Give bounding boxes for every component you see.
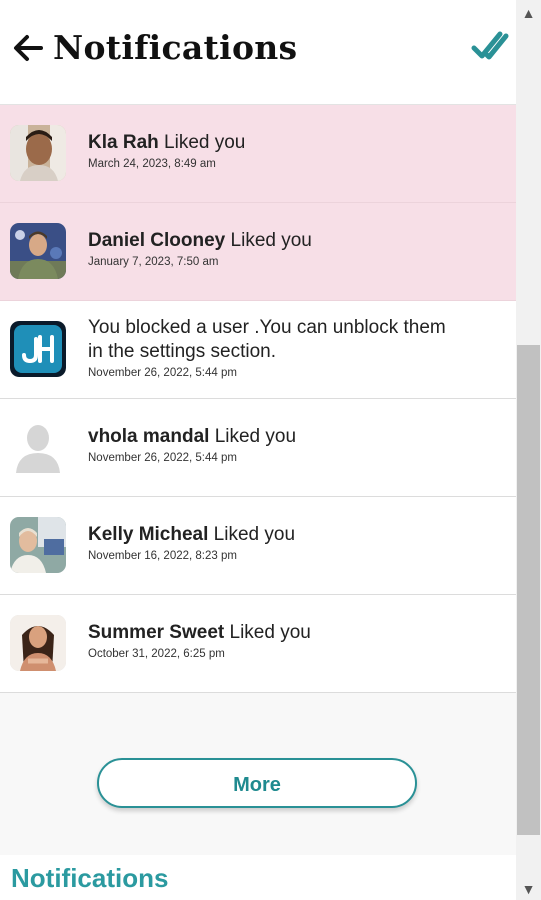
footer-title: Notifications (11, 863, 169, 893)
notification-text: Kelly Micheal Liked you (88, 523, 508, 547)
action-text: Liked you (230, 230, 312, 251)
avatar[interactable] (10, 517, 66, 573)
notification-list: Kla Rah Liked you March 24, 2023, 8:49 a… (0, 105, 516, 693)
notification-content: Summer Sweet Liked you October 31, 2022,… (88, 621, 508, 660)
header: Notifications (0, 0, 516, 105)
footer: Notifications (0, 855, 516, 900)
more-button[interactable]: More (97, 758, 417, 808)
avatar[interactable] (10, 615, 66, 671)
action-text: Liked you (164, 132, 246, 153)
notification-text: Summer Sweet Liked you (88, 621, 508, 645)
notification-text: Daniel Clooney Liked you (88, 229, 508, 253)
timestamp: October 31, 2022, 6:25 pm (88, 648, 225, 660)
notification-item[interactable]: Summer Sweet Liked you October 31, 2022,… (0, 595, 516, 693)
notification-message: in the settings section. (88, 341, 276, 362)
timestamp: March 24, 2023, 8:49 am (88, 158, 216, 170)
timestamp: November 16, 2022, 8:23 pm (88, 550, 237, 562)
notification-item[interactable]: vhola mandal Liked you November 26, 2022… (0, 399, 516, 497)
action-text: Liked you (229, 622, 311, 643)
notification-text: Kla Rah Liked you (88, 131, 508, 155)
notifications-page: Notifications Kla Rah Liked you March 24… (0, 0, 516, 900)
user-name[interactable]: vhola mandal (88, 426, 209, 447)
notification-item[interactable]: Daniel Clooney Liked you January 7, 2023… (0, 203, 516, 301)
scroll-down-icon[interactable]: ▼ (516, 878, 541, 900)
notification-message: You blocked a user .You can unblock them (88, 317, 446, 338)
action-text: Liked you (213, 524, 296, 545)
scroll-up-icon[interactable]: ▲ (516, 2, 541, 24)
scrollbar-thumb[interactable] (517, 345, 540, 835)
app-logo-icon (10, 321, 66, 377)
action-text: Liked you (214, 426, 297, 447)
timestamp: January 7, 2023, 7:50 am (88, 256, 219, 268)
page-title: Notifications (53, 28, 298, 67)
notification-content: You blocked a user .You can unblock them… (88, 316, 508, 379)
default-avatar-icon[interactable] (10, 419, 66, 475)
user-name[interactable]: Summer Sweet (88, 622, 224, 643)
notification-content: Kelly Micheal Liked you November 16, 202… (88, 523, 508, 562)
notification-item[interactable]: Kla Rah Liked you March 24, 2023, 8:49 a… (0, 105, 516, 203)
arrow-left-icon[interactable] (10, 30, 46, 66)
user-name[interactable]: Kla Rah (88, 132, 159, 153)
avatar[interactable] (10, 223, 66, 279)
notification-content: Daniel Clooney Liked you January 7, 2023… (88, 229, 508, 268)
timestamp: November 26, 2022, 5:44 pm (88, 367, 237, 379)
notification-item[interactable]: You blocked a user .You can unblock them… (0, 301, 516, 399)
user-name[interactable]: Daniel Clooney (88, 230, 225, 251)
notification-text: vhola mandal Liked you (88, 425, 508, 449)
avatar[interactable] (10, 125, 66, 181)
notification-item[interactable]: Kelly Micheal Liked you November 16, 202… (0, 497, 516, 595)
notification-content: vhola mandal Liked you November 26, 2022… (88, 425, 508, 464)
scrollbar[interactable]: ▲ ▼ (516, 0, 541, 900)
notification-content: Kla Rah Liked you March 24, 2023, 8:49 a… (88, 131, 508, 170)
user-name[interactable]: Kelly Micheal (88, 524, 208, 545)
timestamp: November 26, 2022, 5:44 pm (88, 452, 237, 464)
double-check-icon[interactable] (470, 26, 510, 66)
